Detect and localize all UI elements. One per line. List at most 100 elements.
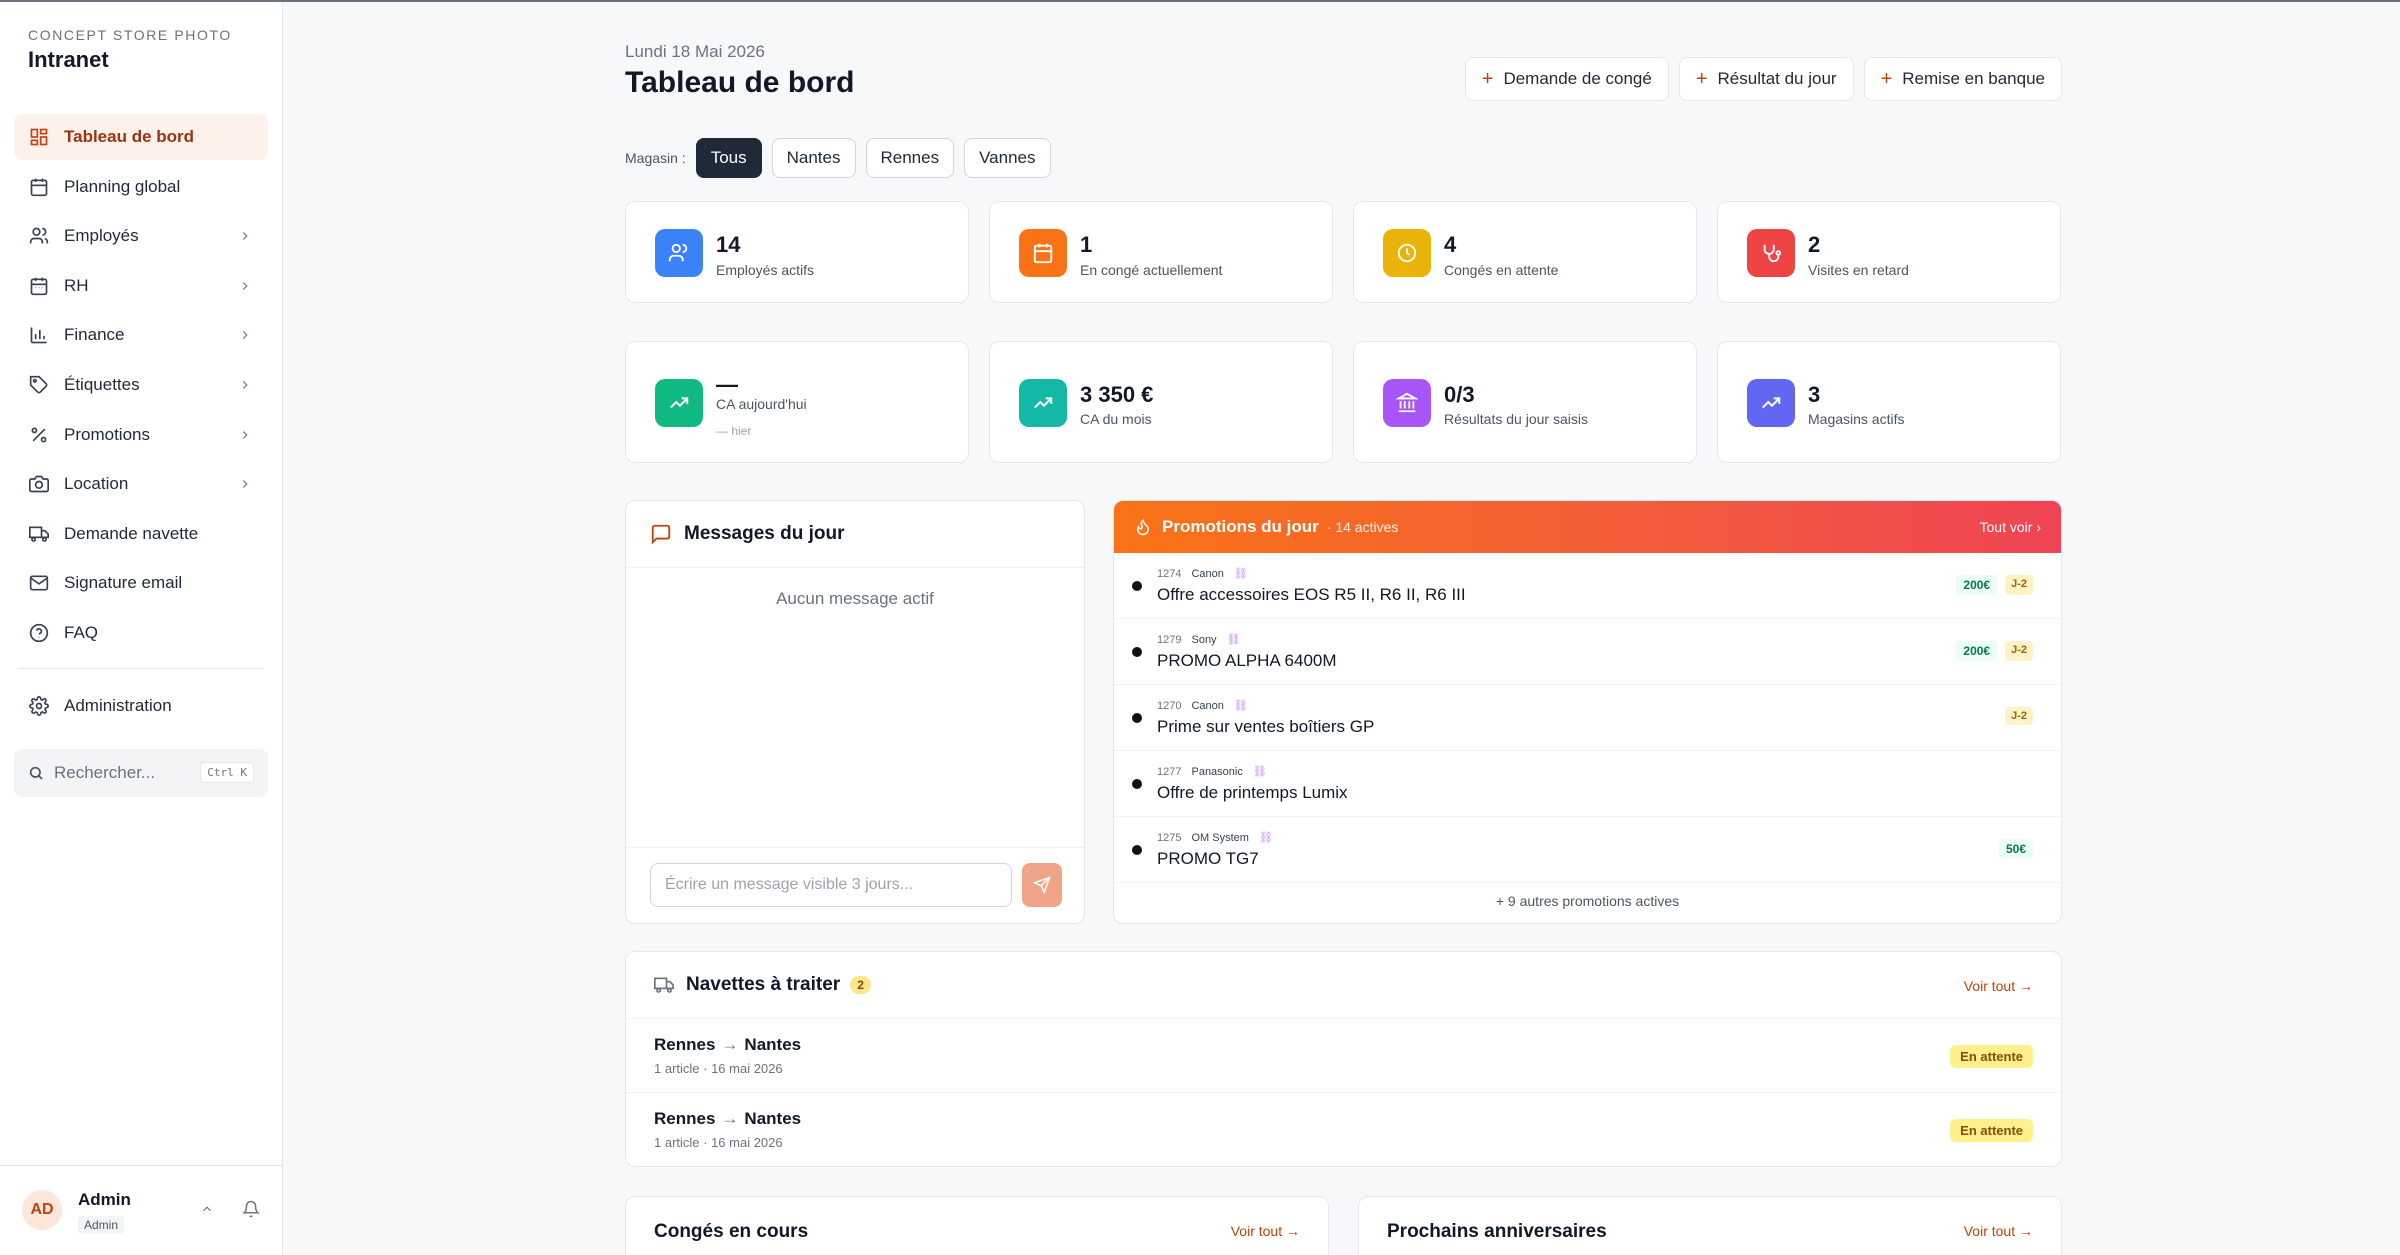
promotion-meta: 1277 Panasonic ⛓ <box>1157 765 1267 779</box>
tag-icon <box>28 374 50 396</box>
stat-card-daily-results[interactable]: 0/3 Résultats du jour saisis <box>1353 341 1697 463</box>
plus-icon: + <box>1695 67 1708 90</box>
stat-card-employees[interactable]: 14 Employés actifs <box>625 201 969 303</box>
promotion-name: PROMO ALPHA 6400M <box>1157 651 1337 670</box>
sidebar-item-promotions[interactable]: Promotions <box>14 412 268 458</box>
promotions-title: Promotions du jour <box>1162 517 1319 536</box>
messages-header: Messages du jour <box>650 523 845 545</box>
link-icon: ⛓ <box>1258 832 1273 844</box>
birthdays-card: Prochains anniversaires Voir tout → <box>1358 1196 2062 1255</box>
promotions-see-all-link[interactable]: Tout voir › <box>1980 519 2041 535</box>
chevron-up-icon[interactable] <box>200 1202 214 1216</box>
more-promotions-link[interactable]: + 9 autres promotions actives <box>1114 893 2061 909</box>
stat-card-late-visits[interactable]: 2 Visites en retard <box>1717 201 2061 303</box>
sidebar-item-planning[interactable]: Planning global <box>14 164 268 210</box>
arrow-right-icon: → <box>2019 1223 2033 1239</box>
promotion-row[interactable]: 1274 Canon ⛓ Offre accessoires EOS R5 II, … <box>1114 553 2061 619</box>
chevron-right-icon: › <box>2036 519 2041 535</box>
promotion-name: Prime sur ventes boîtiers GP <box>1157 717 1375 736</box>
sidebar-item-location[interactable]: Location <box>14 461 268 507</box>
route-to: Nantes <box>744 1035 802 1054</box>
stat-card-revenue-today[interactable]: — CA aujourd'hui — hier <box>625 341 969 463</box>
promotion-name: Offre de printemps Lumix <box>1157 783 1348 802</box>
sidebar-item-signature-email[interactable]: Signature email <box>14 560 268 606</box>
shuttles-see-all-link[interactable]: Voir tout → <box>1964 978 2033 994</box>
truck-icon <box>28 523 50 545</box>
users-icon <box>655 229 703 277</box>
shuttles-card: Navettes à traiter 2 Voir tout → Rennes →… <box>625 951 2062 1167</box>
shuttle-row[interactable]: Rennes → Nantes 1 article · 16 mai 2026 En… <box>626 1018 2061 1092</box>
promotions-card: Promotions du jour · 14 actives Tout voi… <box>1113 500 2062 924</box>
sidebar-item-finance[interactable]: Finance <box>14 312 268 358</box>
link-label: Tout voir <box>1979 519 2033 535</box>
promotion-brand: OM System <box>1191 831 1249 844</box>
sidebar-item-etiquettes[interactable]: Étiquettes <box>14 362 268 408</box>
store-chip-tous[interactable]: Tous <box>695 138 762 178</box>
sidebar-item-employes[interactable]: Employés <box>14 213 268 259</box>
promotion-row[interactable]: 1279 Sony ⛓ PROMO ALPHA 6400M 200€ J-2 <box>1114 619 2061 685</box>
link-label: Voir tout <box>1963 978 2016 994</box>
status-badge: En attente <box>1950 1045 2033 1068</box>
sidebar-item-dashboard[interactable]: Tableau de bord <box>14 114 268 160</box>
promotion-id: 1275 <box>1157 831 1182 844</box>
message-input[interactable]: Écrire un message visible 3 jours... <box>650 863 1012 907</box>
leave-request-button[interactable]: + Demande de congé <box>1464 57 1669 101</box>
promotion-row[interactable]: 1270 Canon ⛓ Prime sur ventes boîtiers GP … <box>1114 685 2061 751</box>
promotion-id: 1270 <box>1157 699 1182 712</box>
sidebar-item-demande-navette[interactable]: Demande navette <box>14 511 268 557</box>
shuttle-row[interactable]: Rennes → Nantes 1 article · 16 mai 2026 En… <box>626 1092 2061 1166</box>
send-message-button[interactable] <box>1022 863 1062 907</box>
bank-deposit-button[interactable]: + Remise en banque <box>1863 57 2062 101</box>
messages-empty-state: Aucun message actif <box>776 589 934 608</box>
stat-card-pending-leave[interactable]: 4 Congés en attente <box>1353 201 1697 303</box>
sidebar-search[interactable]: Rechercher... Ctrl K <box>14 748 268 797</box>
stat-value: — <box>716 372 738 397</box>
stats-row-hr: 14 Employés actifs 1 En congé actuelleme… <box>625 201 2061 303</box>
chevron-right-icon <box>242 430 248 439</box>
promotions-header: Promotions du jour · 14 actives Tout voi… <box>1114 501 2061 553</box>
stat-card-active-stores[interactable]: 3 Magasins actifs <box>1717 341 2061 463</box>
arrow-right-icon: → <box>721 1035 739 1054</box>
sidebar-item-rh[interactable]: RH <box>14 263 268 309</box>
promotion-brand: Panasonic <box>1191 765 1243 778</box>
store-chip-rennes[interactable]: Rennes <box>865 138 955 178</box>
stat-card-on-leave[interactable]: 1 En congé actuellement <box>989 201 1333 303</box>
birthdays-title: Prochains anniversaires <box>1387 1221 1607 1242</box>
bar-chart-icon <box>28 324 50 346</box>
shuttle-route: Rennes → Nantes <box>654 1035 801 1055</box>
promotion-row[interactable]: 1277 Panasonic ⛓ Offre de printemps Lumix <box>1114 751 2061 817</box>
sidebar-nav: Tableau de bord Planning global Employés… <box>14 114 268 797</box>
birthdays-see-all-link[interactable]: Voir tout → <box>1964 1223 2033 1239</box>
sidebar-item-faq[interactable]: FAQ <box>14 610 268 656</box>
stat-label: CA aujourd'hui <box>716 396 807 412</box>
promotion-deadline: J-2 <box>2005 707 2033 725</box>
promotion-id: 1277 <box>1157 765 1182 778</box>
avatar[interactable]: AD <box>22 1190 62 1230</box>
leaves-see-all-link[interactable]: Voir tout → <box>1231 1223 1300 1239</box>
stat-value: 14 <box>716 232 741 257</box>
help-circle-icon <box>28 622 50 644</box>
messages-title: Messages du jour <box>684 523 845 544</box>
window-top-border <box>0 0 2400 2</box>
dashboard-icon <box>28 126 50 148</box>
daily-result-button[interactable]: + Résultat du jour <box>1678 57 1854 101</box>
stat-value: 1 <box>1080 232 1093 257</box>
bullet <box>1132 581 1142 591</box>
stat-value: 3 <box>1808 382 1821 407</box>
stat-card-revenue-month[interactable]: 3 350 € CA du mois <box>989 341 1333 463</box>
promotion-brand: Canon <box>1191 567 1224 580</box>
stat-label: Résultats du jour saisis <box>1444 411 1588 427</box>
store-chip-vannes[interactable]: Vannes <box>964 138 1051 178</box>
store-chip-nantes[interactable]: Nantes <box>771 138 856 178</box>
sidebar-item-label: FAQ <box>64 622 99 642</box>
promotion-brand: Sony <box>1191 633 1217 646</box>
calendar-icon <box>1019 229 1067 277</box>
shuttle-route: Rennes → Nantes <box>654 1109 801 1129</box>
promotion-name: Offre accessoires EOS R5 II, R6 II, R6 I… <box>1157 585 1466 604</box>
shuttle-info: 1 article · 16 mai 2026 <box>654 1135 783 1150</box>
bell-icon[interactable] <box>242 1200 260 1218</box>
promotion-row[interactable]: 1275 OM System ⛓ PROMO TG7 50€ <box>1114 817 2061 883</box>
sidebar-item-administration[interactable]: Administration <box>14 683 268 729</box>
clock-icon <box>1383 229 1431 277</box>
sidebar: CONCEPT STORE PHOTO Intranet Tableau de … <box>0 2 283 1255</box>
